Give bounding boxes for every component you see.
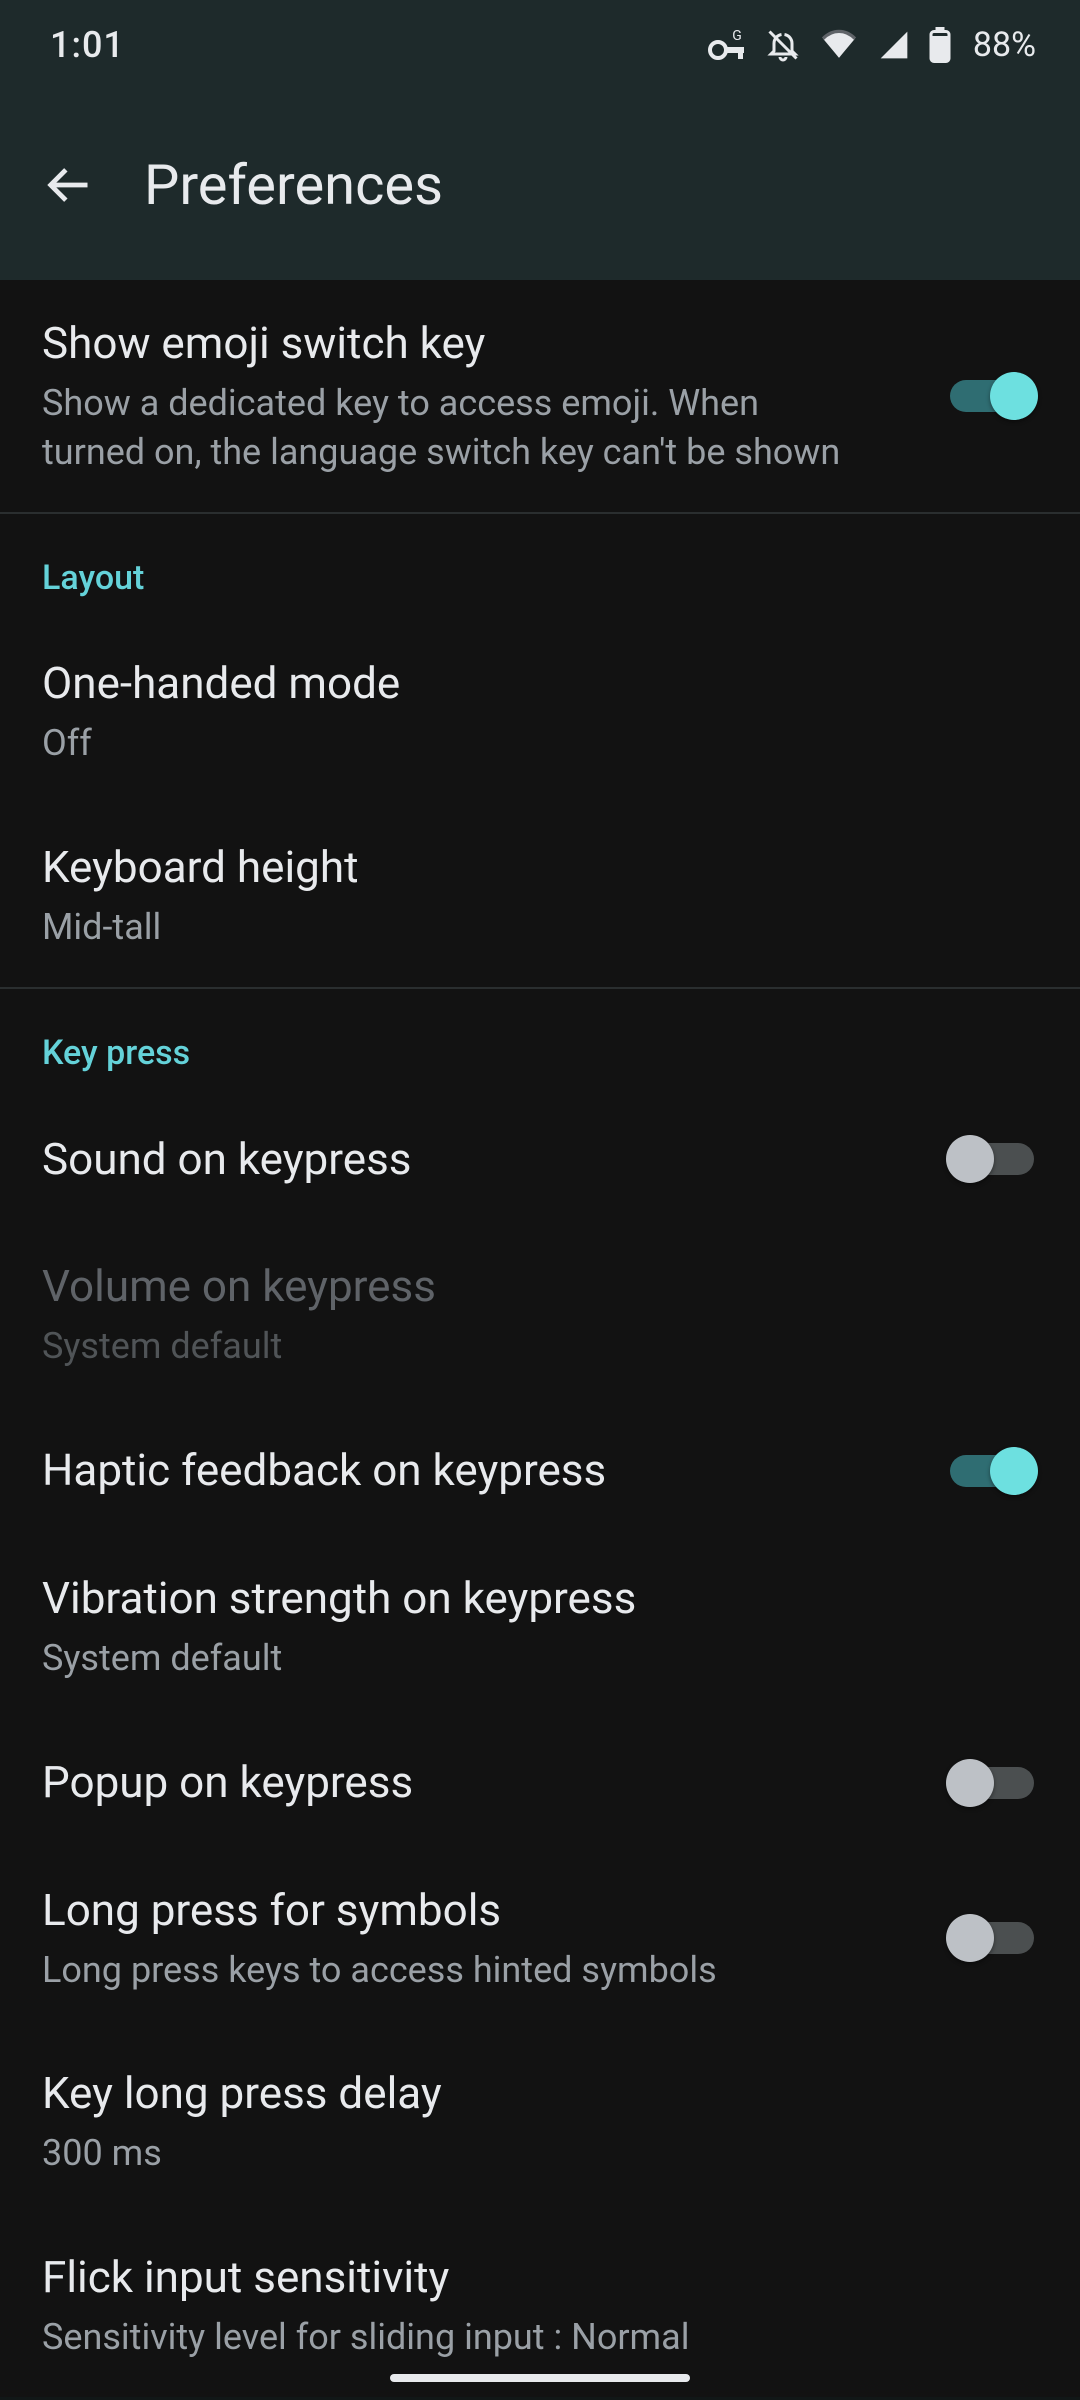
status-bar: 1:01 G 88% xyxy=(0,0,1080,90)
row-title: One-handed mode xyxy=(42,656,1038,711)
switch-long-press-symbols[interactable] xyxy=(946,1910,1038,1966)
row-popup-on-keypress[interactable]: Popup on keypress xyxy=(0,1719,1080,1847)
row-subtitle: Sensitivity level for sliding input : No… xyxy=(42,2313,1038,2362)
row-title: Sound on keypress xyxy=(42,1132,922,1187)
battery-icon xyxy=(929,27,951,63)
row-subtitle: Off xyxy=(42,719,1038,768)
app-bar: Preferences xyxy=(0,90,1080,280)
row-vibration-strength[interactable]: Vibration strength on keypress System de… xyxy=(0,1535,1080,1719)
dnd-off-icon xyxy=(765,27,801,63)
signal-icon xyxy=(877,29,911,61)
row-subtitle: System default xyxy=(42,1634,1038,1683)
row-sound-on-keypress[interactable]: Sound on keypress xyxy=(0,1095,1080,1223)
back-button[interactable] xyxy=(40,157,96,213)
switch-haptic[interactable] xyxy=(946,1443,1038,1499)
row-long-press-delay[interactable]: Key long press delay 300 ms xyxy=(0,2030,1080,2214)
row-subtitle: 300 ms xyxy=(42,2129,1038,2178)
row-subtitle: Show a dedicated key to access emoji. Wh… xyxy=(42,379,862,476)
row-emoji-switch-key[interactable]: Show emoji switch key Show a dedicated k… xyxy=(0,280,1080,512)
row-title: Show emoji switch key xyxy=(42,316,922,371)
row-subtitle: System default xyxy=(42,1322,1038,1371)
row-haptic-feedback[interactable]: Haptic feedback on keypress xyxy=(0,1407,1080,1535)
status-icons: G 88% xyxy=(707,25,1036,65)
section-label-keypress: Key press xyxy=(0,989,1080,1095)
row-title: Flick input sensitivity xyxy=(42,2250,1038,2305)
status-time: 1:01 xyxy=(50,24,125,66)
row-title: Volume on keypress xyxy=(42,1259,1038,1314)
row-title: Long press for symbols xyxy=(42,1883,922,1938)
row-title: Popup on keypress xyxy=(42,1755,922,1810)
svg-text:G: G xyxy=(732,30,742,44)
switch-popup[interactable] xyxy=(946,1755,1038,1811)
row-subtitle: Mid-tall xyxy=(42,903,1038,952)
section-label-layout: Layout xyxy=(0,514,1080,620)
row-one-handed-mode[interactable]: One-handed mode Off xyxy=(0,620,1080,804)
row-flick-sensitivity[interactable]: Flick input sensitivity Sensitivity leve… xyxy=(0,2214,1080,2398)
row-volume-on-keypress: Volume on keypress System default xyxy=(0,1223,1080,1407)
wifi-icon xyxy=(819,29,859,61)
row-long-press-symbols[interactable]: Long press for symbols Long press keys t… xyxy=(0,1847,1080,2031)
switch-sound[interactable] xyxy=(946,1131,1038,1187)
settings-list: Show emoji switch key Show a dedicated k… xyxy=(0,280,1080,2397)
switch-emoji[interactable] xyxy=(946,368,1038,424)
arrow-left-icon xyxy=(42,159,94,211)
vpn-key-icon: G xyxy=(707,30,747,60)
row-title: Key long press delay xyxy=(42,2066,1038,2121)
navigation-handle[interactable] xyxy=(390,2374,690,2382)
row-title: Vibration strength on keypress xyxy=(42,1571,1038,1626)
row-subtitle: Long press keys to access hinted symbols xyxy=(42,1946,922,1995)
page-title: Preferences xyxy=(144,152,443,218)
row-title: Keyboard height xyxy=(42,840,1038,895)
row-keyboard-height[interactable]: Keyboard height Mid-tall xyxy=(0,804,1080,988)
battery-text: 88% xyxy=(973,25,1036,65)
row-title: Haptic feedback on keypress xyxy=(42,1443,922,1498)
